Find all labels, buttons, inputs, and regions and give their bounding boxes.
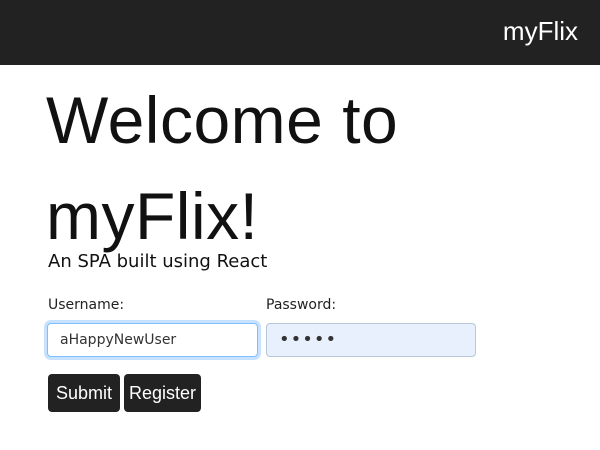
page-subtitle: An SPA built using React: [48, 251, 268, 272]
password-input[interactable]: •••••: [266, 323, 476, 357]
username-input[interactable]: aHappyNewUser: [47, 323, 258, 357]
submit-button[interactable]: Submit: [48, 374, 120, 412]
register-button[interactable]: Register: [124, 374, 201, 412]
username-label: Username:: [48, 297, 125, 313]
navbar: myFlix: [0, 0, 600, 65]
page-title: Welcome to myFlix!: [46, 83, 399, 253]
password-label: Password:: [266, 297, 337, 313]
brand-link[interactable]: myFlix: [503, 16, 578, 47]
